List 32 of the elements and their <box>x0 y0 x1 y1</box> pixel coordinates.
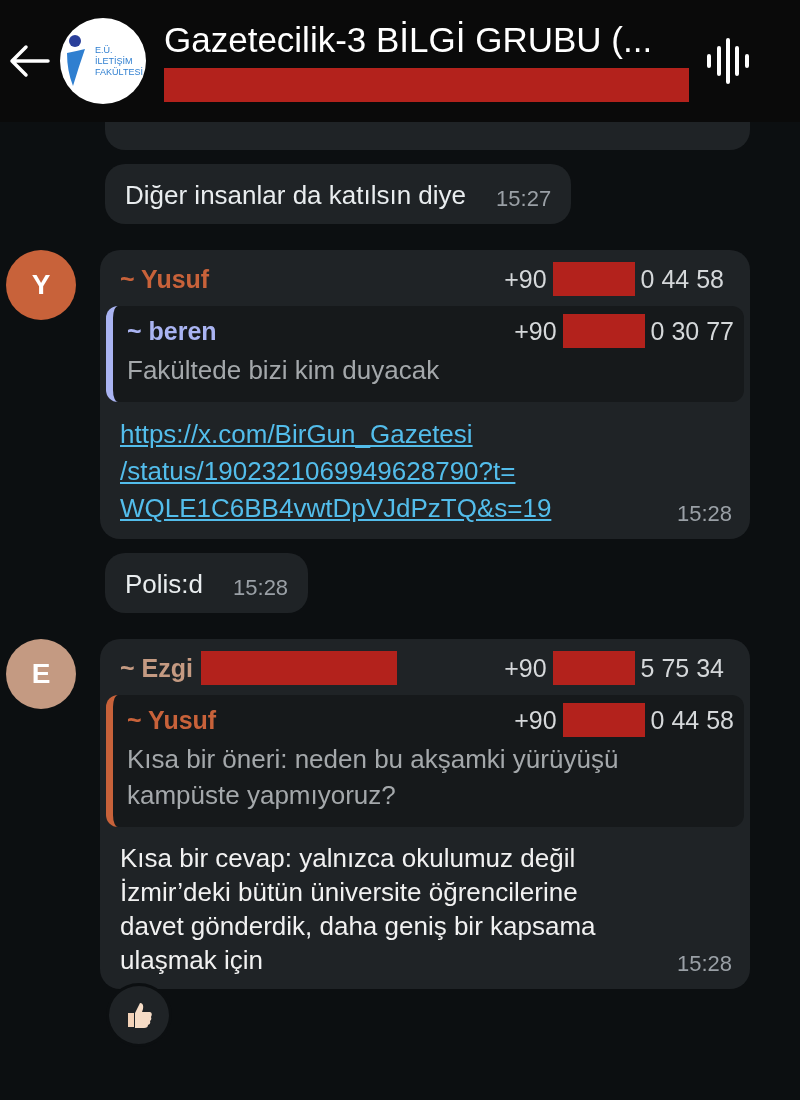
quoted-text: Kısa bir öneri: neden bu akşamki yürüyüşü kampüste yapmıyoruz? <box>127 743 620 812</box>
link[interactable]: https://x.com/BirGun_Gazetesi /status/1902321069949628790?t= WQLE1C6BB4vwtDpVJdPzTQ&s=19 <box>120 416 552 527</box>
phone-number: +90 <box>504 264 547 294</box>
sender-name: ~ Yusuf <box>127 705 217 735</box>
sender-name[interactable]: ~ Ezgi <box>120 653 193 683</box>
timestamp: 15:28 <box>676 501 732 527</box>
timestamp: 15:28 <box>676 951 732 977</box>
message-text: Polis:d <box>125 568 204 601</box>
phone-number: 0 44 58 <box>650 705 734 735</box>
sender-name[interactable]: ~ Yusuf <box>120 264 210 294</box>
phone-number: 0 30 77 <box>650 316 734 346</box>
logo-text: İLETİŞİM <box>95 55 133 66</box>
phone-number: 5 75 34 <box>640 653 724 683</box>
phone-number: +90 <box>514 316 557 346</box>
quoted-message[interactable]: ~ beren +90 0 30 77 Fakültede bizi kim duyacak <box>106 306 744 402</box>
group-logo[interactable]: E.Ü. İLETİŞİM FAKÜLTESİ <box>60 18 146 104</box>
back-icon[interactable] <box>8 44 50 78</box>
timestamp: 15:28 <box>233 575 289 601</box>
chat-title[interactable]: Gazetecilik-3 BİLGİ GRUBU (... <box>164 20 689 60</box>
logo-text: FAKÜLTESİ <box>95 66 143 78</box>
phone-number: +90 <box>514 705 557 735</box>
timestamp: 15:27 <box>496 186 552 212</box>
message-text: Diğer insanlar da katılsın diye <box>125 179 467 212</box>
quoted-message[interactable]: ~ Yusuf +90 0 44 58 Kısa bir öneri: neden bu akşamki yürüyüşü kampüste yapmıyoruz? <box>106 695 744 827</box>
message-text: Kısa bir cevap: yalnızca okulumuz değil İzmir’deki bütün üniversite öğrencilerine davet gönderdik, daha geniş bir kapsama ulaşmak için <box>120 842 597 977</box>
phone-number: 0 44 58 <box>640 264 724 294</box>
avatar[interactable]: Y <box>6 250 76 320</box>
sender-name: ~ beren <box>127 316 217 346</box>
quoted-text: Fakültede bizi kim duyacak <box>127 354 441 387</box>
phone-number: +90 <box>504 653 547 683</box>
voice-chat-icon[interactable] <box>705 36 751 86</box>
logo-text: E.Ü. <box>95 44 114 56</box>
